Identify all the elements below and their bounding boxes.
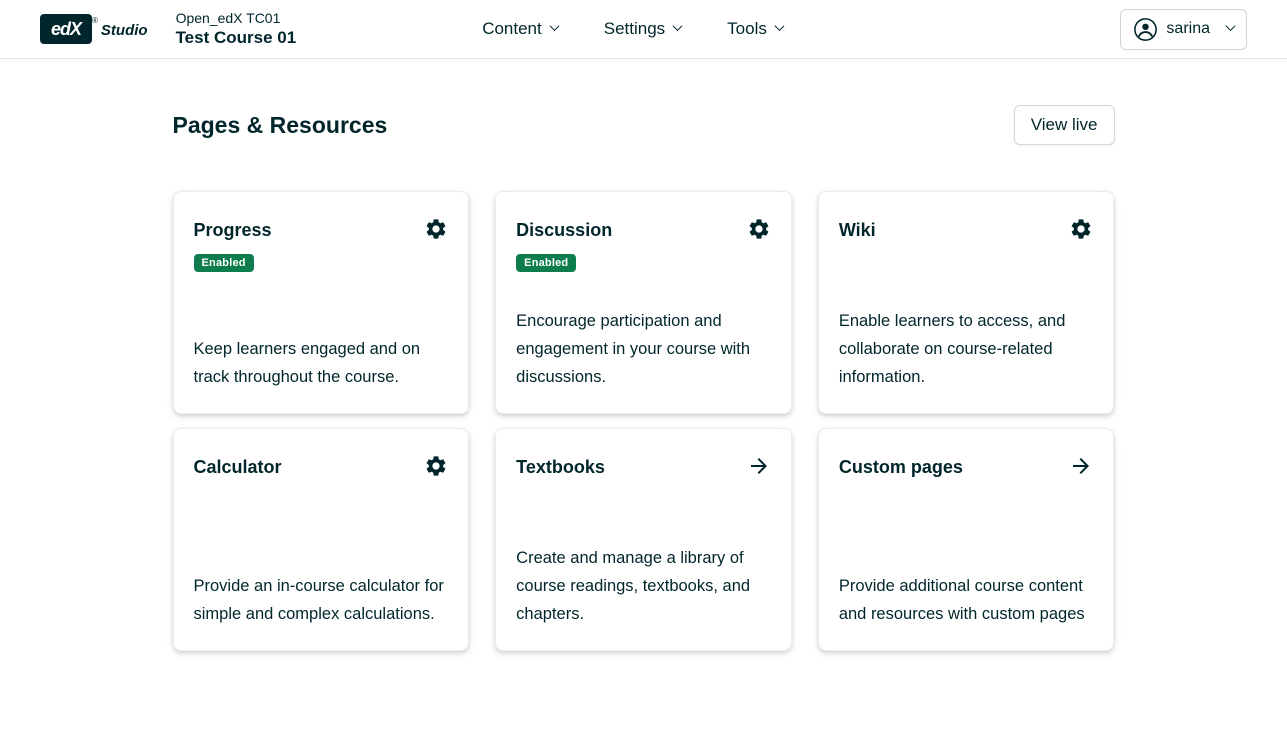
gear-icon[interactable]	[424, 217, 448, 241]
view-live-button[interactable]: View live	[1014, 105, 1115, 145]
badge-row: Enabled	[516, 253, 771, 272]
card-header: Wiki	[839, 214, 1094, 241]
card-title: Calculator	[194, 457, 282, 478]
badge-row	[194, 490, 449, 508]
status-badge: Enabled	[194, 254, 254, 272]
avatar-icon	[1133, 17, 1158, 42]
card-title: Custom pages	[839, 457, 963, 478]
arrow-right-icon[interactable]	[1069, 454, 1093, 478]
user-menu-button[interactable]: sarina	[1120, 9, 1247, 50]
card-textbooks: Textbooks Create and manage a library of…	[495, 428, 792, 651]
chevron-down-icon	[549, 21, 559, 31]
card-title: Discussion	[516, 220, 612, 241]
cards-grid: Progress Enabled Keep learners engaged a…	[173, 191, 1115, 651]
main-nav: Content Settings Tools	[482, 19, 783, 39]
card-header: Calculator	[194, 451, 449, 478]
card-header: Discussion	[516, 214, 771, 241]
card-title: Textbooks	[516, 457, 605, 478]
nav-settings[interactable]: Settings	[604, 19, 681, 39]
card-custom-pages: Custom pages Provide additional course c…	[818, 428, 1115, 651]
pages-resources-page: Pages & Resources View live Progress Ena…	[173, 59, 1115, 651]
card-description: Provide additional course content and re…	[839, 572, 1094, 628]
user-name-label: sarina	[1166, 20, 1210, 38]
card-calculator: Calculator Provide an in-course calculat…	[173, 428, 470, 651]
card-description: Encourage participation and engagement i…	[516, 307, 771, 391]
studio-label: Studio	[101, 22, 148, 39]
chevron-down-icon	[774, 21, 784, 31]
card-description: Enable learners to access, and collabora…	[839, 307, 1094, 391]
nav-tools[interactable]: Tools	[727, 19, 783, 39]
card-discussion: Discussion Enabled Encourage participati…	[495, 191, 792, 414]
card-title: Progress	[194, 220, 272, 241]
gear-icon[interactable]	[424, 454, 448, 478]
course-title: Test Course 01	[176, 27, 297, 48]
page-header-row: Pages & Resources View live	[173, 105, 1115, 145]
card-description: Provide an in-course calculator for simp…	[194, 572, 449, 628]
nav-settings-label: Settings	[604, 19, 665, 39]
course-info: Open_edX TC01 Test Course 01	[176, 10, 297, 49]
registered-mark: ®	[92, 16, 98, 25]
badge-row: Enabled	[194, 253, 449, 272]
badge-row	[516, 490, 771, 508]
card-progress: Progress Enabled Keep learners engaged a…	[173, 191, 470, 414]
badge-row	[839, 253, 1094, 271]
nav-tools-label: Tools	[727, 19, 767, 39]
edx-logo-mark: edX	[40, 14, 92, 44]
card-title: Wiki	[839, 220, 876, 241]
badge-row	[839, 490, 1094, 508]
chevron-down-icon	[1226, 21, 1236, 31]
page-title: Pages & Resources	[173, 112, 388, 139]
card-wiki: Wiki Enable learners to access, and coll…	[818, 191, 1115, 414]
card-header: Progress	[194, 214, 449, 241]
chevron-down-icon	[673, 21, 683, 31]
header: edX ® Studio Open_edX TC01 Test Course 0…	[0, 0, 1287, 59]
edx-studio-logo[interactable]: edX ® Studio	[40, 14, 148, 44]
card-header: Textbooks	[516, 451, 771, 478]
gear-icon[interactable]	[1069, 217, 1093, 241]
card-description: Keep learners engaged and on track throu…	[194, 335, 449, 391]
arrow-right-icon[interactable]	[747, 454, 771, 478]
card-description: Create and manage a library of course re…	[516, 544, 771, 628]
nav-content-label: Content	[482, 19, 542, 39]
course-org-label: Open_edX TC01	[176, 10, 297, 28]
nav-content[interactable]: Content	[482, 19, 558, 39]
status-badge: Enabled	[516, 254, 576, 272]
gear-icon[interactable]	[747, 217, 771, 241]
card-header: Custom pages	[839, 451, 1094, 478]
